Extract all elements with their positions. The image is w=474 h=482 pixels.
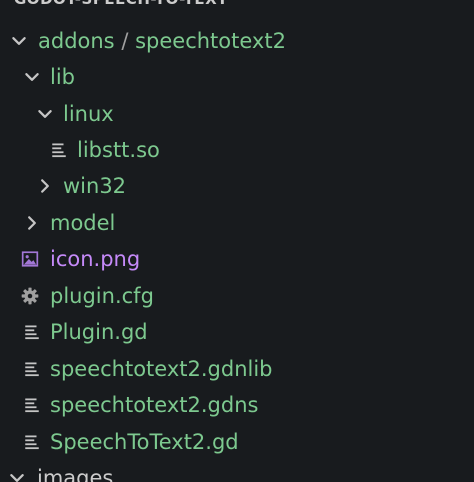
- tree-item-libstt-so[interactable]: libstt.so: [0, 132, 474, 168]
- image-file-icon: [21, 251, 39, 267]
- text-file-icon: [25, 435, 39, 450]
- tree-item-label: libstt.so: [77, 138, 160, 162]
- text-file-icon: [25, 325, 39, 340]
- chevron-right-icon[interactable]: [23, 214, 41, 232]
- tree-item-speechtotext2-gdns[interactable]: speechtotext2.gdns: [0, 387, 474, 423]
- tree-item-label: Plugin.gd: [50, 320, 148, 344]
- tree-item-speechtotext2-gdnlib[interactable]: speechtotext2.gdnlib: [0, 351, 474, 387]
- tree-item-label: model: [50, 211, 116, 235]
- chevron-down-icon[interactable]: [23, 68, 41, 86]
- chevron-down-icon[interactable]: [36, 105, 54, 123]
- tree-item-label: speechtotext2.gdnlib: [50, 357, 273, 381]
- tree-item-linux[interactable]: linux: [0, 96, 474, 132]
- gear-icon: [21, 287, 39, 305]
- text-file-icon: [25, 398, 39, 413]
- tree-item-label: images: [37, 466, 114, 482]
- text-file-icon: [52, 143, 66, 158]
- text-file-icon: [25, 362, 39, 377]
- path-separator: /: [121, 29, 129, 53]
- file-explorer: GODOT-SPEECH-TO-TEXT addons / speechtote…: [0, 0, 474, 482]
- tree-item-label: speechtotext2.gdns: [50, 393, 259, 417]
- tree-item-label: SpeechToText2.gd: [50, 430, 239, 454]
- folder-name-addons: addons: [38, 29, 115, 53]
- tree-item-label: lib: [50, 65, 75, 89]
- chevron-down-icon[interactable]: [10, 32, 28, 50]
- tree-item-label: win32: [63, 174, 127, 198]
- tree-item-plugin-gd[interactable]: Plugin.gd: [0, 314, 474, 350]
- tree-item-lib[interactable]: lib: [0, 59, 474, 95]
- tree-item-addons-speechtotext2[interactable]: addons / speechtotext2: [0, 23, 474, 59]
- root-folder-header[interactable]: GODOT-SPEECH-TO-TEXT: [14, 0, 228, 10]
- folder-name-speechtotext2: speechtotext2: [135, 29, 286, 53]
- chevron-down-icon[interactable]: [8, 469, 26, 482]
- tree-item-speechtotext2-gd[interactable]: SpeechToText2.gd: [0, 424, 474, 460]
- tree-item-label: plugin.cfg: [50, 284, 154, 308]
- tree-item-icon-png[interactable]: icon.png: [0, 241, 474, 277]
- chevron-right-icon[interactable]: [36, 177, 54, 195]
- tree-item-label: icon.png: [50, 247, 141, 271]
- tree-item-plugin-cfg[interactable]: plugin.cfg: [0, 278, 474, 314]
- tree-item-images[interactable]: images: [0, 460, 474, 482]
- tree-item-win32[interactable]: win32: [0, 168, 474, 204]
- tree-item-label: linux: [63, 102, 114, 126]
- tree-item-label: addons / speechtotext2: [38, 27, 286, 55]
- tree-item-model[interactable]: model: [0, 205, 474, 241]
